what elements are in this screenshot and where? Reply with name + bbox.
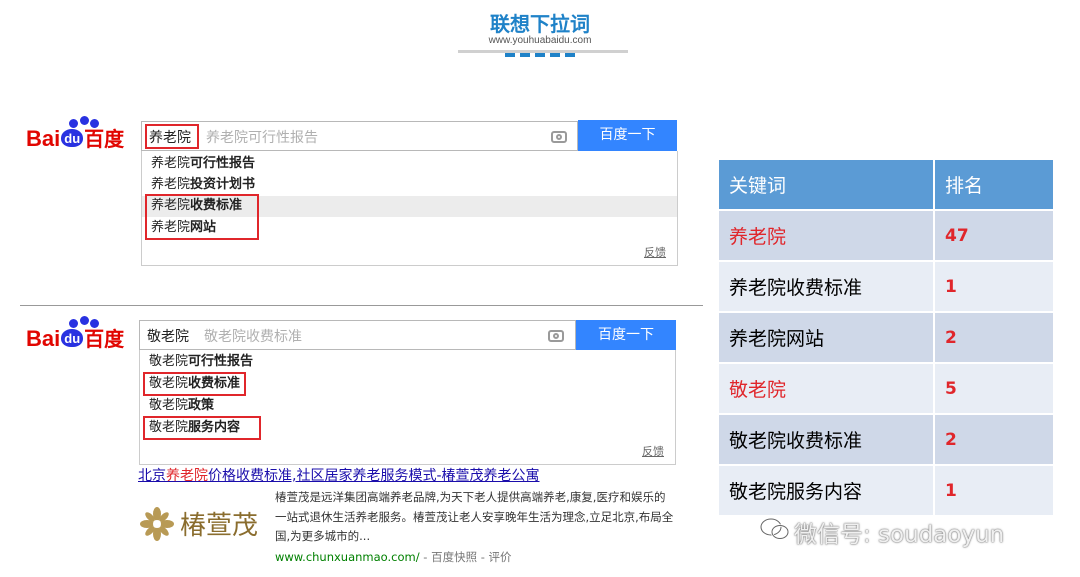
title-underline-segment — [550, 53, 560, 57]
table-row: 养老院网站 2 — [717, 311, 1055, 364]
highlight-box — [145, 194, 259, 240]
result-title-link[interactable]: 北京养老院价格收费标准,社区居家养老服务模式-椿萱茂养老公寓 — [138, 465, 540, 485]
rank-cell: 1 — [933, 260, 1055, 313]
highlight-box — [145, 124, 199, 149]
paw-icon — [69, 319, 78, 328]
watermark-text: 微信号: soudaoyun — [794, 522, 1005, 548]
keyword-cell: 敬老院收费标准 — [717, 413, 935, 466]
title-underline-segment — [505, 53, 515, 57]
column-header: 排名 — [933, 158, 1055, 211]
table-header-row: 关键词 排名 — [717, 158, 1055, 211]
camera-icon[interactable] — [551, 131, 567, 143]
result-description: 椿萱茂是远洋集团高端养老品牌,为天下老人提供高端养老,康复,医疗和娱乐的一站式退… — [275, 490, 674, 543]
search-input[interactable]: 养老院 养老院可行性报告 — [141, 121, 578, 151]
highlight-box — [143, 372, 246, 396]
result-url[interactable]: www.chunxuanmao.com/ - 百度快照 - 评价 — [275, 549, 512, 565]
table-row: 养老院 47 — [717, 209, 1055, 262]
keyword-cell: 养老院网站 — [717, 311, 935, 364]
rank-cell: 1 — [933, 464, 1055, 517]
paw-icon — [80, 316, 89, 325]
keyword-cell: 敬老院 — [717, 362, 935, 415]
suggestion-item[interactable]: 养老院投资计划书 — [151, 175, 255, 195]
rank-cell: 47 — [933, 209, 1055, 262]
table-row: 敬老院收费标准 2 — [717, 413, 1055, 466]
search-button[interactable]: 百度一下 — [576, 320, 676, 351]
suggestion-item[interactable]: 养老院可行性报告 — [151, 154, 255, 174]
rank-cell: 5 — [933, 362, 1055, 415]
suggestion-item[interactable]: 敬老院政策 — [149, 396, 214, 416]
feedback-link[interactable]: 反馈 — [644, 244, 666, 260]
column-header: 关键词 — [717, 158, 935, 211]
paw-icon — [90, 319, 99, 328]
title-underline-segment — [535, 53, 545, 57]
highlight-box — [143, 416, 261, 440]
table-row: 敬老院服务内容 1 — [717, 464, 1055, 517]
search-input[interactable]: 敬老院 敬老院收费标准 — [139, 320, 576, 350]
title-underline-segment — [520, 53, 530, 57]
title-underline-segment — [565, 53, 575, 57]
keyword-cell: 养老院收费标准 — [717, 260, 935, 313]
page-subtitle: www.youhuabaidu.com — [488, 35, 592, 46]
page-title: 联想下拉词 — [490, 12, 590, 36]
keyword-cell: 敬老院服务内容 — [717, 464, 935, 517]
feedback-link[interactable]: 反馈 — [642, 443, 664, 459]
keyword-rank-table: 关键词 排名 养老院 47 养老院收费标准 1 养老院网站 2 敬老院 5 敬老… — [717, 158, 1055, 517]
rank-cell: 2 — [933, 413, 1055, 466]
paw-icon — [90, 119, 99, 128]
wechat-icon — [760, 517, 790, 540]
keyword-cell: 养老院 — [717, 209, 935, 262]
result-brand-logo: 椿萱茂 — [180, 511, 259, 541]
rank-cell: 2 — [933, 311, 1055, 364]
paw-icon — [80, 116, 89, 125]
flower-logo-icon — [140, 507, 174, 541]
camera-icon[interactable] — [548, 330, 564, 342]
paw-icon — [69, 119, 78, 128]
search-button[interactable]: 百度一下 — [578, 120, 677, 151]
table-row: 养老院收费标准 1 — [717, 260, 1055, 313]
section-divider — [20, 305, 703, 306]
table-row: 敬老院 5 — [717, 362, 1055, 415]
suggestion-dropdown: 敬老院可行性报告 敬老院收费标准 敬老院政策 敬老院服务内容 反馈 — [139, 350, 676, 465]
suggestion-item[interactable]: 敬老院可行性报告 — [149, 352, 253, 372]
